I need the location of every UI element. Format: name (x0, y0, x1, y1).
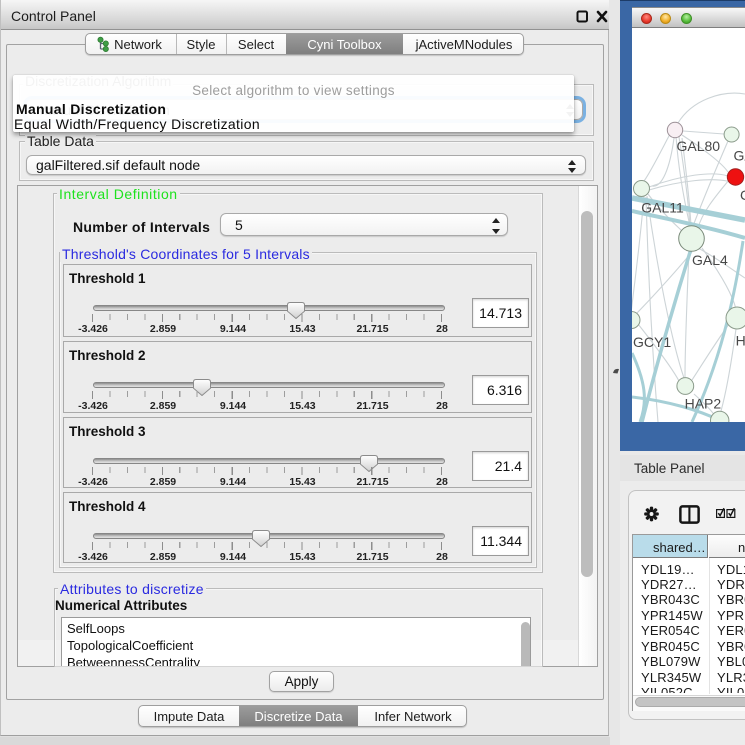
svg-text:GCY1: GCY1 (633, 334, 671, 350)
svg-text:GAL2: GAL2 (734, 147, 745, 163)
svg-text:GAL4: GAL4 (692, 252, 728, 268)
svg-text:HAP2: HAP2 (685, 395, 722, 411)
svg-text:GAL11: GAL11 (641, 200, 684, 216)
svg-text:HA: HA (736, 332, 745, 348)
svg-text:CD: CD (740, 187, 745, 203)
svg-text:GAL80: GAL80 (677, 138, 721, 154)
